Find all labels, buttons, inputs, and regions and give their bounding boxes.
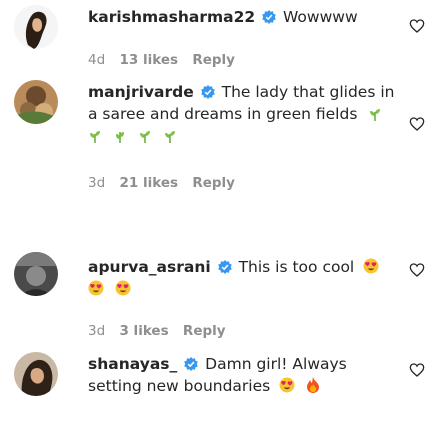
comment-time: 3d — [88, 175, 106, 191]
smiling-face-with-heart-eyes-emoji — [363, 258, 379, 279]
reply-button[interactable]: Reply — [192, 175, 235, 191]
herb-emoji — [368, 106, 382, 126]
reply-button[interactable]: Reply — [192, 52, 235, 68]
like-heart-icon[interactable] — [409, 362, 425, 378]
comment-likes[interactable]: 3 likes — [119, 323, 168, 339]
comment-username[interactable]: manjrivarde — [88, 83, 194, 101]
avatar[interactable] — [14, 252, 58, 296]
herb-emoji — [88, 128, 102, 148]
verified-badge-icon — [200, 84, 215, 104]
comment-likes[interactable]: 13 likes — [119, 52, 178, 68]
herb-emoji — [113, 128, 127, 148]
avatar[interactable] — [14, 5, 58, 49]
reply-button[interactable]: Reply — [183, 323, 226, 339]
comment-time: 4d — [88, 52, 106, 68]
comment-time: 3d — [88, 323, 106, 339]
comment-text: apurva_asrani This is too cool — [88, 257, 403, 301]
fire-emoji — [306, 377, 320, 398]
comment-body: This is too cool — [238, 258, 355, 276]
comment-text: shanayas_ Damn girl! Always setting new … — [88, 354, 403, 398]
comment-meta: 3d 21 likes Reply — [88, 175, 245, 191]
comment-text: karishmasharma22 Wowwww — [88, 7, 408, 29]
comment-text: manjrivarde The lady that glides in a sa… — [88, 82, 403, 148]
smiling-face-with-heart-eyes-emoji — [88, 280, 104, 301]
comment-likes[interactable]: 21 likes — [119, 175, 178, 191]
like-heart-icon[interactable] — [409, 18, 425, 34]
comment-body: Wowwww — [283, 8, 358, 26]
herb-emoji — [138, 128, 152, 148]
comment-meta: 4d 13 likes Reply — [88, 52, 245, 68]
verified-badge-icon — [184, 356, 199, 376]
like-heart-icon[interactable] — [409, 262, 425, 278]
smiling-face-with-heart-eyes-emoji — [279, 377, 295, 398]
verified-badge-icon — [217, 259, 232, 279]
verified-badge-icon — [262, 9, 276, 29]
avatar[interactable] — [14, 80, 58, 124]
smiling-face-with-heart-eyes-emoji — [115, 280, 131, 301]
comment-username[interactable]: karishmasharma22 — [88, 8, 255, 26]
herb-emoji — [163, 128, 177, 148]
comment-username[interactable]: shanayas_ — [88, 355, 177, 373]
like-heart-icon[interactable] — [409, 116, 425, 132]
avatar[interactable] — [14, 352, 58, 396]
comment-meta: 3d 3 likes Reply — [88, 323, 236, 339]
comment-username[interactable]: apurva_asrani — [88, 258, 211, 276]
